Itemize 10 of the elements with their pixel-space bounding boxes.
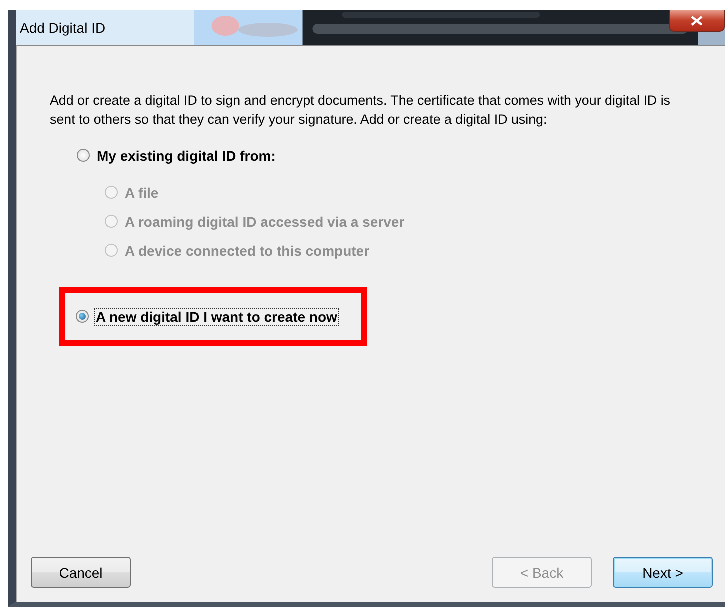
intro-text: Add or create a digital ID to sign and encrypt documents. The certificate that comes with your digital ID is sent to others so that they can verify your signature. Add or create a digital ID using: [50,92,672,129]
radio-button[interactable] [77,149,90,162]
close-button[interactable] [669,10,725,32]
window-title: Add Digital ID [20,20,106,36]
next-button[interactable]: Next > [613,557,713,588]
radio-button[interactable] [76,310,89,323]
option-label[interactable]: A new digital ID I want to create now [94,308,340,326]
close-icon [691,16,703,26]
option-label[interactable]: My existing digital ID from: [95,146,278,164]
dialog-button[interactable]: Cancel [31,557,131,588]
